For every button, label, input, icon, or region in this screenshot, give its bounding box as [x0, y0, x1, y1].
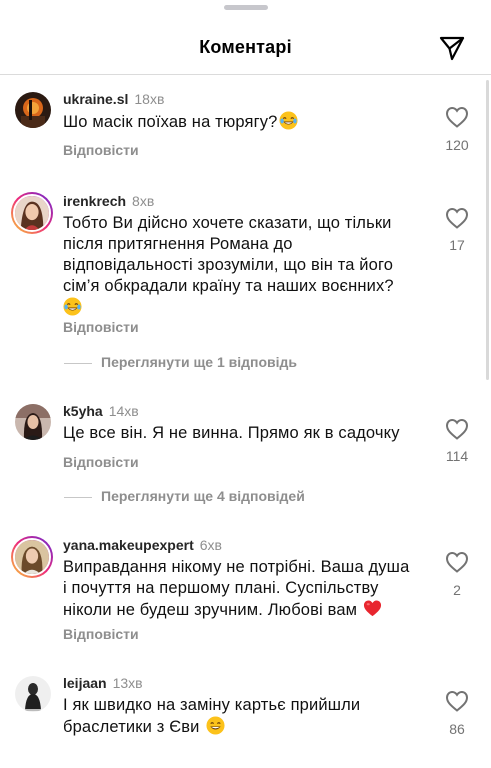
view-replies-label: Переглянути ще 4 відповідей [101, 488, 305, 504]
like-count: 2 [453, 582, 461, 598]
comment-line [63, 297, 433, 319]
comment-text: І як швидко на заміну картьє прийшли бра… [63, 695, 433, 738]
comment-text: Шо масік поїхав на тюрягу? [63, 111, 433, 133]
username[interactable]: leijaan [63, 675, 107, 691]
avatar-image [13, 194, 51, 232]
username[interactable]: irenkrech [63, 193, 126, 209]
comment-line: сім’я обкрадали країну та наших воєнних? [63, 277, 394, 295]
avatar[interactable] [11, 192, 53, 234]
comment-line: відповідальності зрозуміли, що він та йо… [63, 256, 394, 274]
comment-meta: leijaan 13хв [63, 674, 143, 692]
comment-line: Виправдання нікому не потрібні. Ваша душ… [63, 558, 410, 576]
comment-line: Шо масік поїхав на тюрягу? [63, 111, 433, 133]
view-replies-label: Переглянути ще 1 відповідь [101, 354, 298, 370]
avatar[interactable] [15, 404, 51, 440]
comment-line: і почуття на першому плані. Суспільству [63, 579, 379, 597]
face-with-tears-of-joy-icon [63, 297, 82, 316]
red-heart-icon [363, 599, 382, 618]
username[interactable]: ukraine.sl [63, 91, 128, 107]
comment-line-text: Шо масік поїхав на тюрягу? [63, 113, 278, 131]
heart-icon[interactable] [445, 106, 469, 128]
comment-text: Виправдання нікому не потрібні. Ваша душ… [63, 557, 433, 621]
timestamp: 14хв [108, 403, 139, 419]
drag-handle[interactable] [224, 5, 268, 10]
comment-meta: irenkrech 8хв [63, 192, 154, 210]
timestamp: 13хв [112, 675, 143, 691]
heart-icon[interactable] [445, 690, 469, 712]
username[interactable]: yana.makeupexpert [63, 537, 194, 553]
comment-line: браслетики з Єви [63, 716, 433, 738]
replies-divider [64, 497, 92, 498]
paper-plane-icon[interactable] [438, 34, 466, 62]
avatar[interactable] [11, 536, 53, 578]
reply-button[interactable]: Відповісти [63, 142, 139, 158]
comment-line-text: браслетики з Єви [63, 718, 200, 736]
like-count: 86 [449, 721, 465, 737]
replies-divider [64, 363, 92, 364]
comment-line: Це все він. Я не винна. Прямо як в садоч… [63, 424, 400, 442]
timestamp: 6хв [199, 537, 222, 553]
avatar[interactable] [15, 92, 51, 128]
like-count: 17 [449, 237, 465, 253]
reply-button[interactable]: Відповісти [63, 626, 139, 642]
face-with-tears-of-joy-icon [279, 111, 299, 130]
comment-line: Тобто Ви дійсно хочете сказати, що тільк… [63, 214, 392, 232]
timestamp: 18хв [134, 91, 165, 107]
page-title: Коментарі [199, 37, 292, 57]
avatar[interactable] [15, 676, 51, 712]
comment-text: Це все він. Я не винна. Прямо як в садоч… [63, 423, 433, 444]
comment-meta: k5yha 14хв [63, 402, 139, 420]
scrollbar[interactable] [486, 80, 489, 380]
comment-meta: yana.makeupexpert 6хв [63, 536, 222, 554]
comment-line: І як швидко на заміну картьє прийшли [63, 696, 361, 714]
grinning-face-with-smiling-eyes-icon [205, 716, 225, 735]
header-divider [0, 74, 491, 75]
reply-button[interactable]: Відповісти [63, 454, 139, 470]
comment-line: після притягнення Романа до [63, 235, 293, 253]
comment-text: Тобто Ви дійсно хочете сказати, що тільк… [63, 213, 433, 319]
comment-line: ніколи не будеш зручним. Любові вам [63, 599, 433, 621]
avatar-image [13, 538, 51, 576]
comments-sheet: Коментарі ukraine.sl 18хв Шо масік поїхав… [0, 0, 491, 768]
like-count: 120 [445, 137, 469, 153]
comment-meta: ukraine.sl 18хв [63, 90, 164, 108]
reply-button[interactable]: Відповісти [63, 319, 139, 335]
comment-line-text: ніколи не будеш зручним. Любові вам [63, 601, 358, 619]
heart-icon[interactable] [445, 207, 469, 229]
username[interactable]: k5yha [63, 403, 103, 419]
header: Коментарі [0, 26, 491, 72]
like-count: 114 [445, 448, 469, 464]
heart-icon[interactable] [445, 551, 469, 573]
timestamp: 8хв [132, 193, 155, 209]
heart-icon[interactable] [445, 418, 469, 440]
